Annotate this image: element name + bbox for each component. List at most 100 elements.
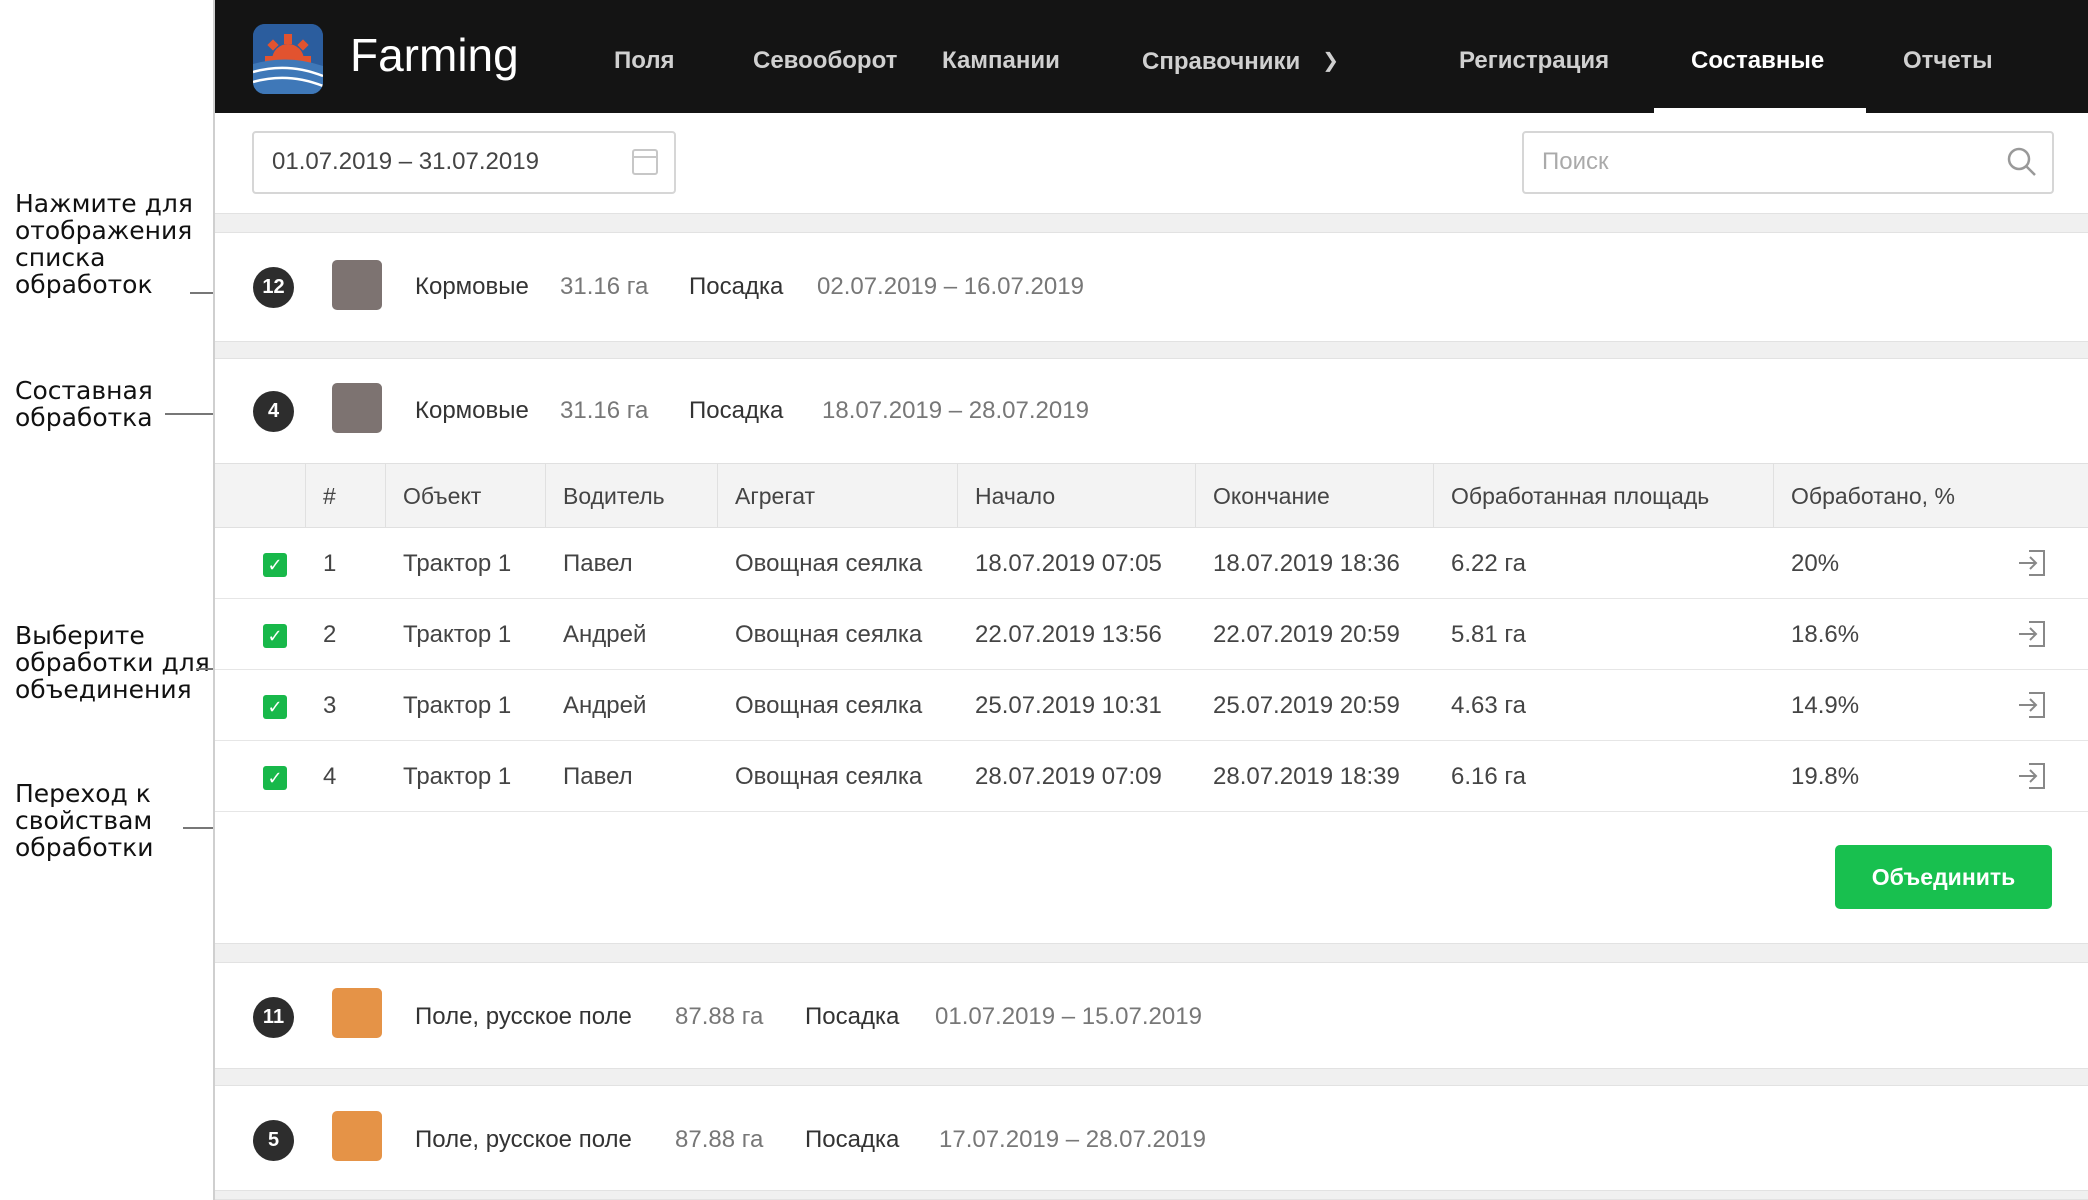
row-start: 28.07.2019 07:09	[975, 763, 1162, 790]
date-range-picker[interactable]: 01.07.2019 – 31.07.2019	[252, 131, 676, 194]
crop-color-swatch	[332, 260, 382, 310]
row-driver: Андрей	[563, 621, 647, 648]
open-properties-icon[interactable]	[2017, 548, 2047, 578]
operation-count-badge: 11	[253, 997, 294, 1038]
operation-count-badge: 12	[253, 267, 294, 308]
row-number: 4	[323, 763, 337, 790]
search-input[interactable]: Поиск	[1522, 131, 2054, 194]
annotation-select-to-merge: Выберите обработки для объединения	[15, 621, 210, 704]
crop-name: Поле, русское поле	[415, 1003, 632, 1030]
row-number: 2	[323, 621, 337, 648]
row-driver: Павел	[563, 550, 633, 577]
search-placeholder: Поиск	[1542, 148, 1609, 175]
row-checkbox[interactable]: ✓	[263, 695, 287, 719]
row-unit: Овощная сеялка	[735, 692, 923, 719]
row-object: Трактор 1	[403, 763, 512, 790]
nav-reports[interactable]: Отчеты	[1903, 0, 1993, 113]
crop-name: Кормовые	[415, 397, 529, 424]
column-header-object: Объект	[385, 464, 545, 529]
row-checkbox[interactable]: ✓	[263, 553, 287, 577]
chevron-down-icon: ❯	[1322, 50, 1340, 72]
annotation-go-to-properties: Переход к свойствам обработки	[15, 779, 154, 862]
row-driver: Андрей	[563, 692, 647, 719]
operation-count-badge: 5	[253, 1120, 294, 1161]
table-row[interactable]: ✓ 2 Трактор 1 Андрей Овощная сеялка 22.0…	[215, 599, 2088, 670]
date-range-value: 01.07.2019 – 31.07.2019	[272, 148, 539, 175]
logo-icon	[253, 24, 323, 94]
table-row[interactable]: ✓ 3 Трактор 1 Андрей Овощная сеялка 25.0…	[215, 670, 2088, 741]
row-checkbox[interactable]: ✓	[263, 766, 287, 790]
row-number: 3	[323, 692, 337, 719]
row-start: 25.07.2019 10:31	[975, 692, 1162, 719]
annotation-show-list: Нажмите для отображения списка обработок	[15, 189, 193, 299]
row-end: 18.07.2019 18:36	[1213, 550, 1400, 577]
column-header-number: #	[305, 464, 385, 529]
nav-references-label: Справочники	[1142, 48, 1301, 75]
column-header-driver: Водитель	[545, 464, 717, 529]
operation-type: Посадка	[805, 1003, 900, 1030]
row-percent: 20%	[1791, 550, 1840, 577]
separator	[215, 213, 2088, 233]
separator	[215, 1068, 2088, 1086]
nav-campaigns[interactable]: Кампании	[942, 0, 1060, 113]
row-end: 22.07.2019 20:59	[1213, 621, 1400, 648]
nav-fields[interactable]: Поля	[614, 0, 675, 113]
row-area: 6.22 га	[1451, 550, 1526, 577]
row-unit: Овощная сеялка	[735, 621, 923, 648]
operation-group[interactable]: 12 Кормовые 31.16 га Посадка 02.07.2019 …	[215, 233, 2088, 341]
table-header: # Объект Водитель Агрегат Начало Окончан…	[215, 463, 2088, 529]
row-object: Трактор 1	[403, 550, 512, 577]
merge-button[interactable]: Объединить	[1835, 845, 2052, 909]
search-icon[interactable]	[2006, 146, 2038, 178]
column-header-percent: Обработано, %	[1773, 464, 2088, 529]
open-properties-icon[interactable]	[2017, 690, 2047, 720]
row-checkbox[interactable]: ✓	[263, 624, 287, 648]
crop-area: 31.16 га	[560, 273, 649, 300]
row-driver: Павел	[563, 763, 633, 790]
nav-registration[interactable]: Регистрация	[1459, 0, 1609, 113]
operation-type: Посадка	[689, 273, 784, 300]
row-start: 18.07.2019 07:05	[975, 550, 1162, 577]
row-percent: 18.6%	[1791, 621, 1860, 648]
column-header-start: Начало	[957, 464, 1195, 529]
crop-color-swatch	[332, 988, 382, 1038]
row-end: 28.07.2019 18:39	[1213, 763, 1400, 790]
operation-group[interactable]: 11 Поле, русское поле 87.88 га Посадка 0…	[215, 963, 2088, 1071]
open-properties-icon[interactable]	[2017, 619, 2047, 649]
row-percent: 19.8%	[1791, 763, 1860, 790]
calendar-icon[interactable]	[632, 149, 658, 175]
row-object: Трактор 1	[403, 621, 512, 648]
nav-references[interactable]: Справочники ❯	[1142, 0, 1339, 113]
brand-name: Farming	[350, 29, 519, 81]
crop-area: 31.16 га	[560, 397, 649, 424]
open-properties-icon[interactable]	[2017, 761, 2047, 791]
operation-group-expanded[interactable]: 4 Кормовые 31.16 га Посадка 18.07.2019 –…	[215, 359, 2088, 467]
nav-crop-rotation[interactable]: Севооборот	[753, 0, 897, 113]
row-area: 5.81 га	[1451, 621, 1526, 648]
column-header-unit: Агрегат	[717, 464, 957, 529]
separator	[215, 341, 2088, 359]
operation-type: Посадка	[689, 397, 784, 424]
crop-name: Кормовые	[415, 273, 529, 300]
operation-group[interactable]: 5 Поле, русское поле 87.88 га Посадка 17…	[215, 1086, 2088, 1194]
column-header-end: Окончание	[1195, 464, 1433, 529]
crop-area: 87.88 га	[675, 1003, 764, 1030]
app-window: Farming Поля Севооборот Кампании Справоч…	[213, 0, 2088, 1200]
table-row[interactable]: ✓ 4 Трактор 1 Павел Овощная сеялка 28.07…	[215, 741, 2088, 812]
column-header-area: Обработанная площадь	[1433, 464, 1773, 529]
crop-area: 87.88 га	[675, 1126, 764, 1153]
separator	[215, 1190, 2088, 1200]
row-unit: Овощная сеялка	[735, 550, 923, 577]
operation-period: 17.07.2019 – 28.07.2019	[939, 1126, 1206, 1153]
row-percent: 14.9%	[1791, 692, 1860, 719]
row-area: 4.63 га	[1451, 692, 1526, 719]
crop-color-swatch	[332, 383, 382, 433]
filter-bar: 01.07.2019 – 31.07.2019 Поиск	[215, 113, 2088, 213]
operation-type: Посадка	[805, 1126, 900, 1153]
crop-color-swatch	[332, 1111, 382, 1161]
row-object: Трактор 1	[403, 692, 512, 719]
crop-name: Поле, русское поле	[415, 1126, 632, 1153]
operation-count-badge: 4	[253, 391, 294, 432]
nav-composite[interactable]: Составные	[1691, 0, 1824, 113]
table-row[interactable]: ✓ 1 Трактор 1 Павел Овощная сеялка 18.07…	[215, 528, 2088, 599]
